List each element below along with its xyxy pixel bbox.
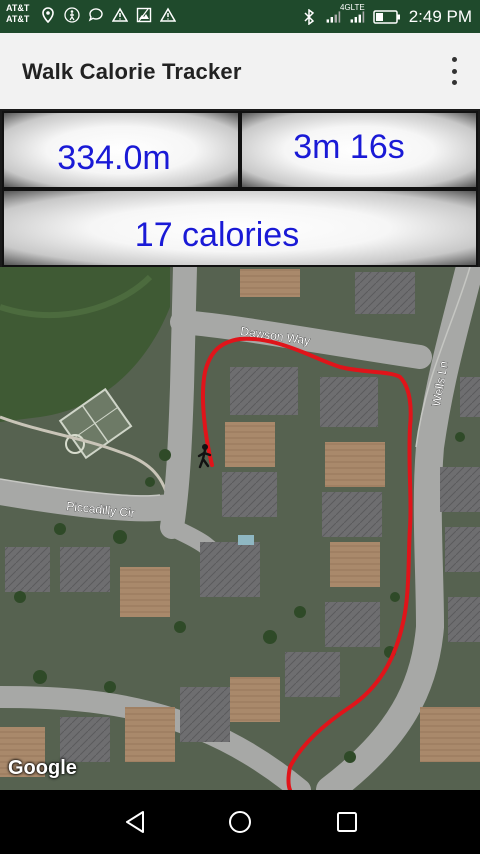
stats-panel: 334.0m 3m 16s 17 calories <box>0 109 480 267</box>
battery-icon <box>372 9 401 25</box>
google-attribution: Google <box>8 757 77 779</box>
status-bar: AT&T AT&T 4GLTE 2:49 PM <box>0 0 480 33</box>
distance-tile: 334.0m <box>2 111 240 189</box>
app-bar: Walk Calorie Tracker <box>0 33 480 109</box>
recents-icon[interactable] <box>333 808 361 836</box>
satellite-map[interactable]: Dawson Way Wells Ln Piccadilly Cir Googl… <box>0 267 480 790</box>
calories-value: 17 calories <box>134 215 300 254</box>
chat-icon <box>88 7 104 23</box>
duration-tile: 3m 16s <box>240 111 478 189</box>
signal-icon <box>325 9 341 25</box>
location-icon <box>40 7 56 23</box>
bluetooth-icon <box>301 8 317 25</box>
system-icons: 2:49 PM <box>301 0 472 33</box>
lte-signal-icon <box>349 9 365 25</box>
navigation-bar <box>0 790 480 854</box>
overflow-menu-icon[interactable] <box>444 57 464 85</box>
back-icon[interactable] <box>121 808 149 836</box>
carrier-line-1: AT&T <box>6 3 30 13</box>
carrier-line-2: AT&T <box>6 14 30 24</box>
activity-icon <box>64 7 80 23</box>
duration-value: 3m 16s <box>293 127 405 166</box>
map-canvas[interactable]: Dawson Way Wells Ln Piccadilly Cir <box>0 267 480 790</box>
clock: 2:49 PM <box>408 6 472 26</box>
notification-icons <box>40 7 176 23</box>
app-title: Walk Calorie Tracker <box>22 59 242 84</box>
warning-icon <box>112 7 128 23</box>
image-icon <box>136 7 152 23</box>
calories-tile: 17 calories <box>2 189 478 267</box>
warning-icon <box>160 7 176 23</box>
distance-value: 334.0m <box>57 138 171 177</box>
carrier-label: AT&T AT&T <box>6 3 29 25</box>
home-icon[interactable] <box>226 808 254 836</box>
